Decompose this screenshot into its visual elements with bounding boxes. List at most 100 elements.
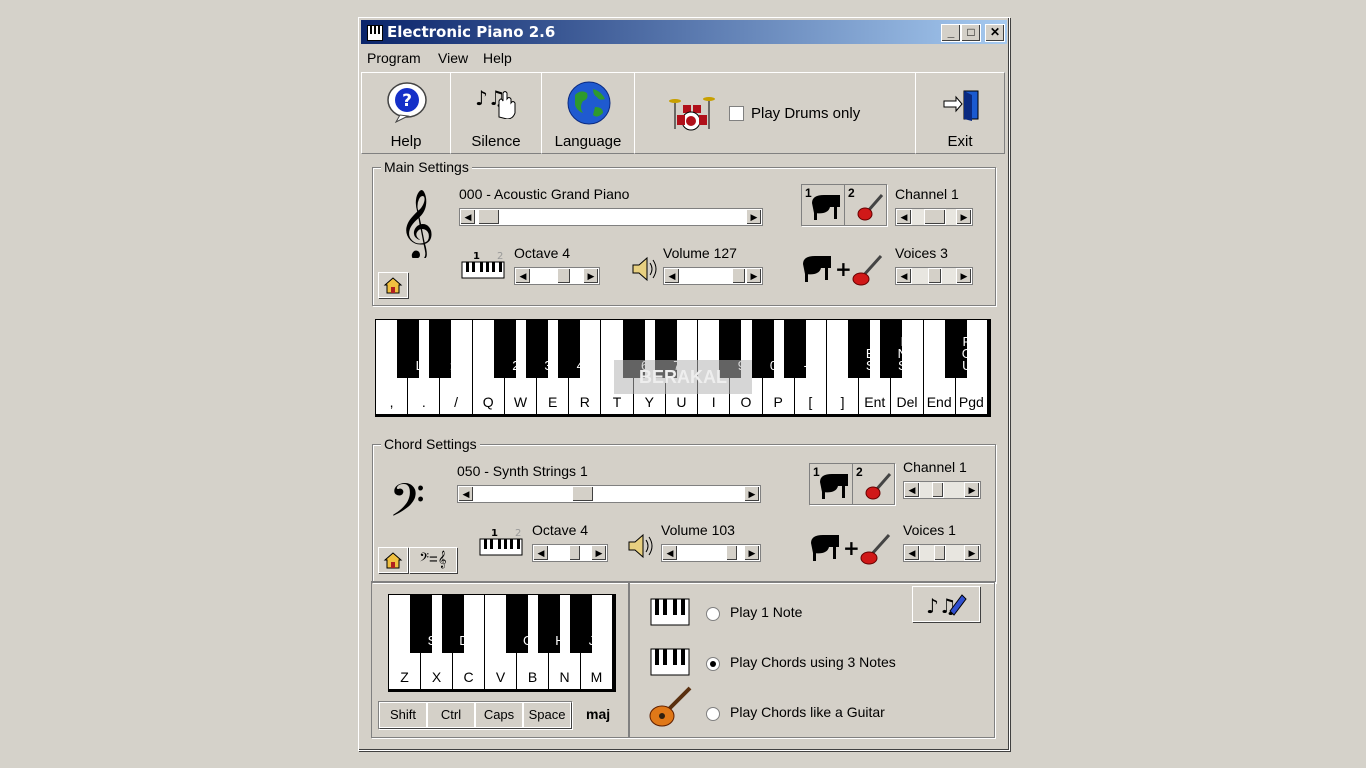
slider-thumb[interactable] — [928, 268, 942, 284]
main-octave-slider[interactable]: ◀ ▶ — [514, 267, 600, 285]
black-key[interactable]: I N S — [880, 320, 907, 378]
chord-home-button[interactable] — [378, 547, 408, 573]
slider-thumb[interactable] — [924, 209, 946, 225]
slider-right-arrow[interactable]: ▶ — [583, 268, 599, 284]
main-channel-slider[interactable]: ◀ ▶ — [895, 208, 973, 226]
slider-track[interactable] — [476, 209, 746, 225]
octave-2-label: 2 — [515, 528, 521, 539]
piano-plus-guitar-icon: + — [803, 254, 883, 286]
main-volume-slider[interactable]: ◀ ▶ — [663, 267, 763, 285]
octave-keyboard-icon: 1 2 — [479, 528, 523, 556]
language-toolbar-button[interactable]: Language — [541, 72, 635, 154]
slider-left-arrow[interactable]: ◀ — [662, 545, 678, 561]
exit-toolbar-button[interactable]: Exit — [915, 72, 1005, 154]
slider-right-arrow[interactable]: ▶ — [964, 545, 980, 561]
slider-right-arrow[interactable]: ▶ — [591, 545, 607, 561]
key-label: I — [711, 394, 716, 410]
chord-octave-slider[interactable]: ◀ ▶ — [532, 544, 608, 562]
slider-track[interactable] — [474, 486, 744, 502]
slider-thumb[interactable] — [934, 545, 946, 561]
slider-left-arrow[interactable]: ◀ — [904, 482, 920, 498]
black-key[interactable]: 4 — [558, 320, 584, 378]
main-channel-label: Channel 1 — [895, 186, 959, 202]
svg-text:𝄞: 𝄞 — [399, 189, 433, 258]
key-label: G — [522, 633, 534, 648]
main-home-button[interactable] — [378, 272, 408, 298]
slider-left-arrow[interactable]: ◀ — [904, 545, 920, 561]
maximize-button[interactable]: □ — [961, 24, 981, 42]
black-key[interactable]: D — [442, 595, 469, 653]
slider-thumb[interactable] — [572, 486, 594, 502]
slider-left-arrow[interactable]: ◀ — [533, 545, 549, 561]
play-chords-3-notes-label: Play Chords using 3 Notes — [730, 654, 896, 670]
main-instrument-slider[interactable]: ◀ ▶ — [459, 208, 763, 226]
slider-right-arrow[interactable]: ▶ — [964, 482, 980, 498]
main-voices-slider[interactable]: ◀ ▶ — [895, 267, 973, 285]
slider-left-arrow[interactable]: ◀ — [458, 486, 474, 502]
shift-key[interactable]: Shift — [379, 702, 427, 728]
modifier-keys: Shift Ctrl Caps Space — [378, 701, 572, 729]
slider-thumb[interactable] — [569, 545, 581, 561]
key-label: X — [431, 669, 442, 685]
slider-left-arrow[interactable]: ◀ — [664, 268, 680, 284]
black-key[interactable]: H — [538, 595, 565, 653]
black-key[interactable]: - — [783, 320, 808, 378]
slider-right-arrow[interactable]: ▶ — [744, 545, 760, 561]
chord-instrument-switch[interactable]: 1 2 — [809, 463, 895, 505]
chord-channel-slider[interactable]: ◀ ▶ — [903, 481, 981, 499]
treble-clef-icon: 𝄞 — [399, 189, 433, 258]
black-key[interactable]: G — [506, 595, 533, 653]
black-key[interactable]: 0 — [751, 320, 777, 378]
close-button[interactable]: ✕ — [985, 24, 1005, 42]
slider-right-arrow[interactable]: ▶ — [746, 268, 762, 284]
slider-right-arrow[interactable]: ▶ — [956, 268, 972, 284]
chord-settings-group: Chord Settings 𝄢 𝄢=𝄞 050 - Synth Strings… — [372, 436, 996, 583]
title-bar[interactable]: Electronic Piano 2.6 _ □ ✕ — [361, 20, 1007, 44]
black-key[interactable]: ; — [429, 320, 453, 378]
keyboard-icon — [650, 648, 690, 676]
help-toolbar-button[interactable]: ? Help — [361, 72, 451, 154]
key-label: Del — [896, 394, 918, 410]
slider-thumb[interactable] — [732, 268, 746, 284]
slider-right-arrow[interactable]: ▶ — [746, 209, 762, 225]
play-1-note-radio[interactable] — [706, 607, 720, 621]
slider-left-arrow[interactable]: ◀ — [460, 209, 476, 225]
space-key[interactable]: Space — [523, 702, 571, 728]
main-instrument-switch[interactable]: 1 2 — [801, 184, 887, 226]
black-key[interactable]: 3 — [526, 320, 552, 378]
notes-edit-button[interactable]: ♪♫ — [912, 586, 980, 622]
caps-key[interactable]: Caps — [475, 702, 523, 728]
chord-instrument-slider[interactable]: ◀ ▶ — [457, 485, 761, 503]
slider-right-arrow[interactable]: ▶ — [956, 209, 972, 225]
switch-2-label: 2 — [848, 186, 855, 200]
slider-thumb[interactable] — [932, 482, 944, 498]
slider-left-arrow[interactable]: ◀ — [896, 268, 912, 284]
silence-toolbar-button[interactable]: ♪♫ Silence — [450, 72, 542, 154]
ctrl-key[interactable]: Ctrl — [427, 702, 475, 728]
slider-right-arrow[interactable]: ▶ — [744, 486, 760, 502]
clef-swap-button[interactable]: 𝄢=𝄞 — [409, 547, 457, 573]
key-label: P — [773, 394, 783, 410]
slider-thumb[interactable] — [557, 268, 571, 284]
minimize-button[interactable]: _ — [941, 24, 961, 42]
slider-thumb[interactable] — [726, 545, 738, 561]
slider-thumb[interactable] — [478, 209, 500, 225]
menu-help[interactable]: Help — [483, 50, 512, 66]
slider-left-arrow[interactable]: ◀ — [515, 268, 531, 284]
menu-view[interactable]: View — [438, 50, 468, 66]
play-chords-guitar-radio[interactable] — [706, 707, 720, 721]
black-key[interactable]: J — [570, 595, 595, 653]
music-hand-icon: ♪♫ — [475, 86, 516, 119]
play-1-note-label: Play 1 Note — [730, 604, 803, 620]
slider-left-arrow[interactable]: ◀ — [896, 209, 912, 225]
black-key[interactable]: P G U — [944, 320, 972, 378]
play-drums-only-checkbox[interactable] — [729, 106, 744, 121]
black-key[interactable]: 2 — [493, 320, 519, 378]
black-key[interactable]: B S — [848, 320, 874, 378]
chord-voices-slider[interactable]: ◀ ▶ — [903, 544, 981, 562]
black-key[interactable]: S — [410, 595, 436, 653]
play-chords-3-notes-radio[interactable] — [706, 657, 720, 671]
chord-volume-slider[interactable]: ◀ ▶ — [661, 544, 761, 562]
black-key[interactable]: L — [397, 320, 423, 378]
menu-program[interactable]: Program — [367, 50, 421, 66]
